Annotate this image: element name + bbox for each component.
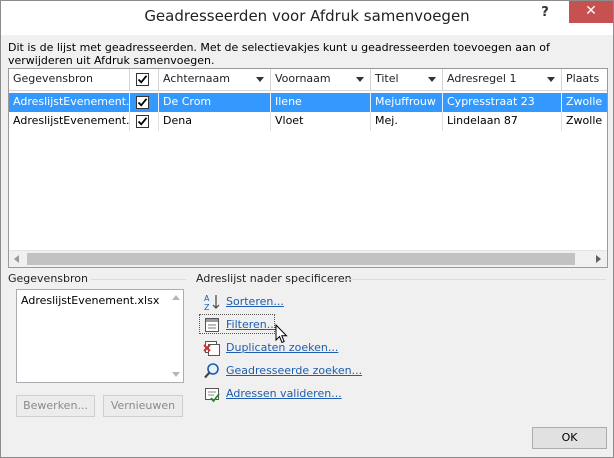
grid-header: Gegevensbron Achternaam Voornaam Titel A… (9, 69, 607, 91)
refresh-button[interactable]: Vernieuwen (103, 395, 183, 417)
dropdown-arrow-icon[interactable] (428, 77, 436, 82)
cell-lastname: Dena (159, 112, 271, 131)
validate-addresses-link[interactable]: Adressen valideren... (226, 387, 342, 400)
cell-title: Mejuffrouw (371, 93, 443, 112)
column-header-label: Titel (375, 72, 399, 85)
cell-source: AdreslijstEvenement.xlsx (9, 112, 130, 131)
cell-source: AdreslijstEvenement.xlsx (9, 93, 130, 112)
sort-az-icon: A Z (203, 293, 221, 312)
edit-button[interactable]: Bewerken... (16, 395, 95, 417)
find-recipient-link[interactable]: Geadresseerde zoeken... (226, 364, 362, 377)
cell-city: Zwolle (566, 114, 603, 127)
arrow-left-icon (14, 255, 19, 263)
mouse-cursor (275, 323, 289, 349)
validate-addresses-icon (203, 385, 221, 403)
table-row[interactable]: AdreslijstEvenement.xlsx Dena Vloet Mej.… (9, 112, 607, 131)
close-icon: ✕ (585, 3, 597, 19)
scroll-left-button[interactable] (9, 251, 26, 267)
dialog-title: Geadresseerden voor Afdruk samenvoegen (144, 7, 470, 25)
cell-checkbox (130, 93, 159, 112)
cell-firstname: Ilene (271, 93, 371, 112)
help-button[interactable]: ? (536, 5, 554, 23)
svg-text:Z: Z (204, 303, 210, 311)
column-header-city[interactable]: Plaats (562, 69, 607, 91)
row-checkbox[interactable] (136, 115, 149, 128)
list-item[interactable]: AdreslijstEvenement.xlsx (21, 294, 159, 307)
svg-text:A: A (204, 294, 210, 303)
sort-link[interactable]: Sorteren... (226, 295, 284, 308)
column-header-checkbox[interactable] (130, 69, 159, 91)
row-checkbox[interactable] (136, 96, 149, 109)
select-all-checkbox[interactable] (136, 73, 149, 86)
scroll-right-button[interactable] (590, 251, 607, 267)
checkmark-icon (137, 98, 148, 107)
column-header-label: Achternaam (163, 72, 230, 85)
ok-button[interactable]: OK (532, 427, 607, 449)
title-bar: Geadresseerden voor Afdruk samenvoegen ?… (1, 1, 613, 35)
divider (346, 279, 606, 280)
dropdown-arrow-icon[interactable] (356, 77, 364, 82)
duplicates-icon (203, 339, 221, 357)
column-header-label: Adresregel 1 (447, 72, 517, 85)
mail-merge-recipients-dialog: Geadresseerden voor Afdruk samenvoegen ?… (0, 0, 614, 458)
cell-city: Zwolle (566, 95, 603, 108)
cell-title: Mej. (371, 112, 443, 131)
column-header-label: Voornaam (275, 72, 331, 85)
scroll-up-icon[interactable] (172, 295, 180, 300)
data-source-list[interactable]: AdreslijstEvenement.xlsx (16, 289, 184, 383)
close-button[interactable]: ✕ (569, 1, 613, 23)
filter-link[interactable]: Filteren... (226, 318, 277, 331)
column-header-lastname[interactable]: Achternaam (159, 69, 271, 91)
cell-address: Lindelaan 87 (443, 112, 562, 131)
data-source-group-label: Gegevensbron (8, 272, 88, 285)
column-header-firstname[interactable]: Voornaam (271, 69, 371, 91)
cell-firstname: Vloet (271, 112, 371, 131)
dropdown-arrow-icon[interactable] (547, 77, 555, 82)
cell-lastname: De Crom (159, 93, 271, 112)
cell-checkbox (130, 112, 159, 131)
find-recipient-icon (203, 362, 221, 380)
checkmark-icon (137, 75, 148, 84)
refine-group-label: Adreslijst nader specificeren (196, 272, 352, 285)
column-header-source[interactable]: Gegevensbron (9, 69, 130, 91)
horizontal-scrollbar[interactable] (9, 250, 607, 267)
column-header-label: Plaats (566, 72, 600, 85)
recipients-grid[interactable]: Gegevensbron Achternaam Voornaam Titel A… (8, 68, 608, 268)
column-header-title[interactable]: Titel (371, 69, 443, 91)
checkmark-icon (137, 117, 148, 126)
filter-icon (203, 316, 221, 334)
column-header-label: Gegevensbron (13, 72, 93, 85)
scroll-down-icon[interactable] (172, 372, 180, 377)
arrow-right-icon (596, 255, 601, 263)
cell-address: Cypresstraat 23 (443, 93, 562, 112)
scrollbar-thumb[interactable] (27, 253, 575, 265)
divider (91, 279, 186, 280)
table-row[interactable]: AdreslijstEvenement.xlsx De Crom Ilene M… (9, 93, 607, 112)
description-text: Dit is de lijst met geadresseerden. Met … (8, 41, 550, 67)
dropdown-arrow-icon[interactable] (256, 77, 264, 82)
column-header-address[interactable]: Adresregel 1 (443, 69, 562, 91)
